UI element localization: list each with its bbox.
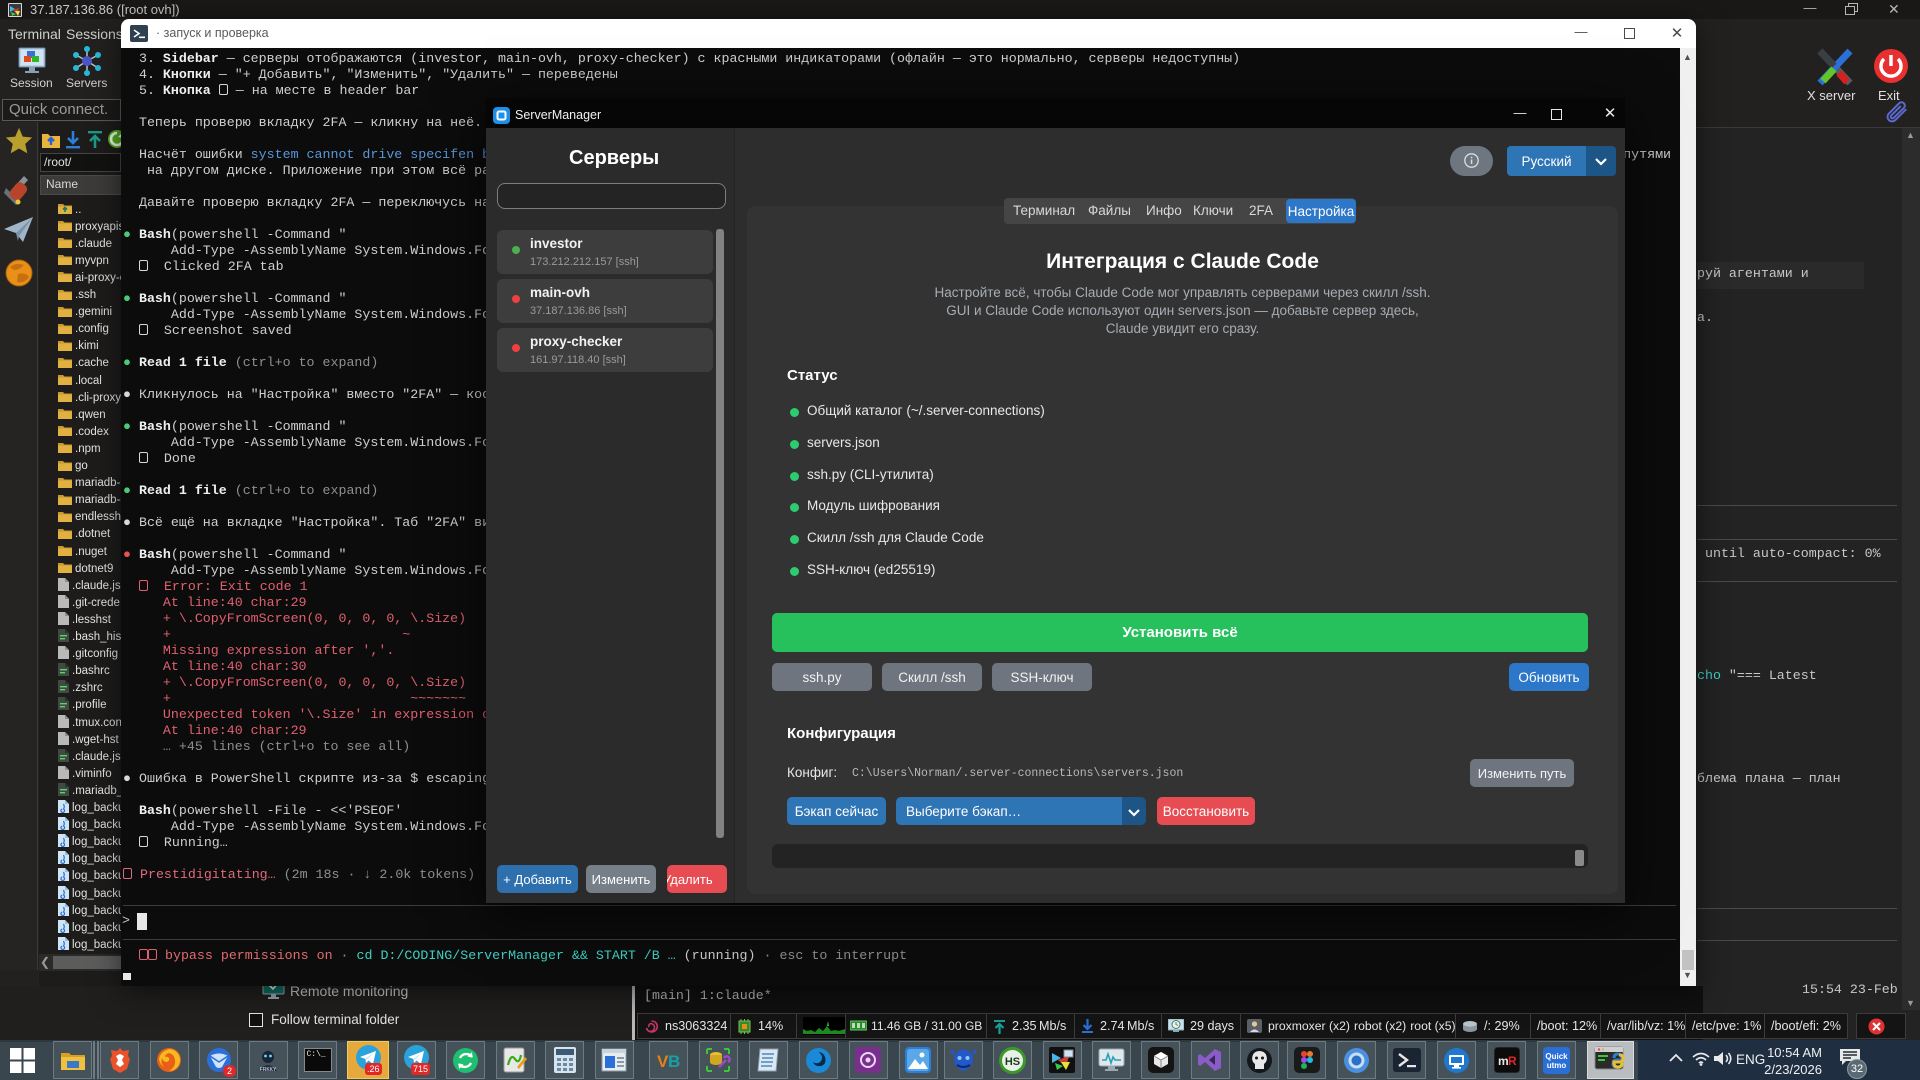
svg-text:utmo: utmo — [1547, 1061, 1567, 1070]
svg-text:R: R — [1508, 1054, 1517, 1068]
svg-text:Quick: Quick — [1545, 1052, 1568, 1061]
svg-text:HS: HS — [1005, 1056, 1020, 1068]
svg-text:FRKKY: FRKKY — [260, 1067, 277, 1073]
svg-text:B: B — [668, 1052, 680, 1071]
